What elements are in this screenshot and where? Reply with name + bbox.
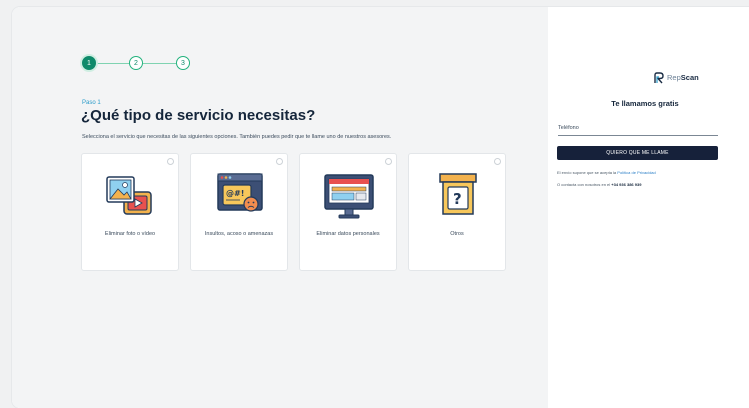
card-label: Eliminar foto o vídeo: [104, 231, 156, 237]
step-label: Paso 1: [82, 100, 101, 106]
logo-text-scan: Scan: [680, 73, 699, 82]
svg-text:?: ?: [453, 190, 462, 208]
privacy-notice: El envío supone que se acepta la Polític…: [557, 170, 656, 175]
service-card-other[interactable]: ? Otros: [408, 153, 506, 271]
page-subtitle: Selecciona el servicio que necesitas de …: [82, 134, 392, 140]
computer-data-icon: [324, 174, 374, 219]
radio-button[interactable]: [276, 158, 283, 165]
insult-chat-icon: @#!: [217, 173, 263, 212]
app-frame: 1 2 3 Paso 1 ¿Qué tipo de servicio neces…: [12, 7, 749, 408]
logo-text-rep: Rep: [667, 73, 681, 82]
question-box-icon: ?: [439, 173, 477, 215]
step-1-indicator[interactable]: 1: [82, 56, 96, 70]
callback-heading: Te llamamos gratis: [611, 99, 679, 108]
stepper: 1 2 3: [82, 56, 202, 72]
radio-button[interactable]: [167, 158, 174, 165]
privacy-policy-link[interactable]: Política de Privacidad: [617, 170, 655, 175]
logo-text: RepScan: [667, 73, 699, 82]
callback-sidebar: RepScan Te llamamos gratis QUIERO QUE ME…: [548, 7, 749, 408]
stepper-line: [96, 63, 129, 64]
phone-input[interactable]: [558, 121, 718, 136]
page-title: ¿Qué tipo de servicio necesitas?: [81, 107, 316, 124]
service-card-remove-photo-video[interactable]: Eliminar foto o vídeo: [81, 153, 179, 271]
repscan-logo-icon: [654, 72, 664, 84]
contact-text: O contacta con nosotros en el: [557, 182, 611, 187]
privacy-notice-text: El envío supone que se acepta la: [557, 170, 617, 175]
request-call-button[interactable]: QUIERO QUE ME LLAME: [557, 146, 718, 160]
stepper-line: [143, 63, 176, 64]
repscan-logo: RepScan: [653, 72, 733, 86]
service-selection-panel: 1 2 3 Paso 1 ¿Qué tipo de servicio neces…: [12, 7, 548, 408]
contact-line: O contacta con nosotros en el +34 936 38…: [557, 182, 641, 187]
service-card-insults-harassment[interactable]: @#! Insultos, acoso o amenazas: [190, 153, 288, 271]
card-label: Otros: [450, 231, 464, 237]
radio-button[interactable]: [494, 158, 501, 165]
radio-button[interactable]: [385, 158, 392, 165]
photo-video-icon: [106, 176, 152, 215]
step-2-indicator[interactable]: 2: [129, 56, 143, 70]
contact-phone[interactable]: +34 936 386 939: [611, 182, 641, 187]
card-label: Eliminar datos personales: [316, 231, 380, 237]
svg-text:@#!: @#!: [226, 189, 244, 198]
step-3-indicator[interactable]: 3: [176, 56, 190, 70]
card-label: Insultos, acoso o amenazas: [204, 231, 274, 237]
service-card-remove-personal-data[interactable]: Eliminar datos personales: [299, 153, 397, 271]
